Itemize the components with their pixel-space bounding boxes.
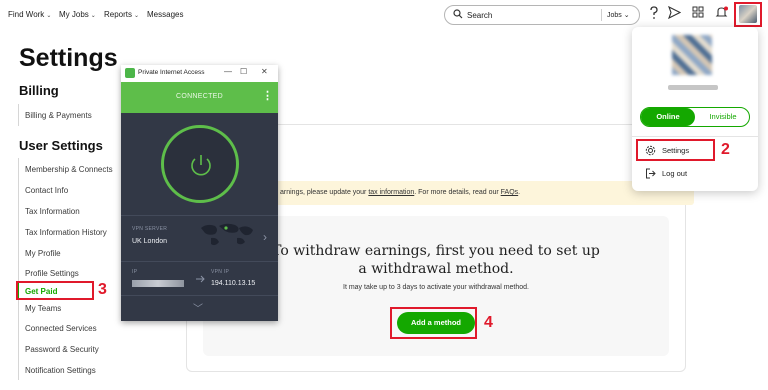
invisible-option[interactable]: Invisible [696, 108, 750, 126]
ip-label: IP [132, 269, 138, 275]
chevron-right-icon[interactable]: › [263, 230, 267, 244]
annotation-number-3: 3 [98, 281, 107, 298]
pia-divider [121, 261, 278, 262]
chevron-down-icon: ⌄ [90, 13, 96, 19]
annotation-box-2 [636, 139, 715, 161]
nav-my-jobs[interactable]: My Jobs ⌄ [59, 10, 96, 19]
pia-window: Private Internet Access — ☐ ✕ CONNECTED … [121, 65, 278, 321]
nav-messages[interactable]: Messages [147, 10, 183, 19]
online-option[interactable]: Online [641, 108, 695, 126]
sidebar-item-profile-settings[interactable]: Profile Settings [25, 269, 79, 278]
nav-label: My Jobs [59, 10, 89, 19]
apps-icon[interactable] [692, 6, 704, 18]
annotation-box-4 [390, 307, 477, 339]
withdrawal-subtext: It may take up to 3 days to activate you… [343, 284, 529, 291]
sidebar-item-my-teams[interactable]: My Teams [25, 304, 61, 313]
minimize-icon[interactable]: — [224, 67, 232, 76]
nav-label: Messages [147, 10, 184, 19]
world-map-icon [201, 223, 253, 246]
sidebar-item-billing-payments[interactable]: Billing & Payments [25, 111, 92, 120]
sidebar-item-tax-information[interactable]: Tax Information [25, 207, 80, 216]
pia-status-text: CONNECTED [175, 93, 224, 100]
search-icon [453, 9, 463, 19]
power-icon [191, 155, 211, 176]
sidebar-item-notification-settings[interactable]: Notification Settings [25, 366, 96, 375]
dropdown-divider [632, 136, 758, 137]
search-scope-select[interactable]: Jobs ⌄ [607, 11, 630, 19]
sidebar-item-connected-services[interactable]: Connected Services [25, 324, 97, 333]
billing-header: Billing [19, 83, 59, 98]
vpn-ip-value: 194.110.13.15 [211, 280, 256, 287]
user-settings-header: User Settings [19, 138, 103, 153]
annotation-number-4: 4 [484, 314, 493, 331]
banner-text-prefix: arnings, please update your [280, 189, 369, 196]
send-icon[interactable] [668, 6, 681, 19]
power-button[interactable] [161, 125, 239, 203]
chevron-down-icon: ⌄ [46, 13, 52, 19]
ip-value-redacted [132, 280, 184, 287]
nav-label: Reports [104, 10, 133, 19]
pia-logo-icon [125, 68, 135, 78]
sidebar-divider [18, 158, 19, 380]
sidebar-item-contact-info[interactable]: Contact Info [25, 186, 68, 195]
banner-text: arnings, please update your tax informat… [280, 189, 520, 196]
profile-photo [672, 35, 712, 75]
banner-text-suffix: . [518, 189, 521, 196]
sidebar-item-password-security[interactable]: Password & Security [25, 345, 99, 354]
help-icon[interactable] [649, 6, 659, 20]
vpn-server-label: VPN SERVER [132, 226, 168, 232]
top-nav: Find Work ⌄ My Jobs ⌄ Reports ⌄ Messages Se… [0, 0, 768, 54]
pia-divider [121, 215, 278, 216]
logout-menu-item[interactable]: Log out [662, 169, 687, 178]
maximize-icon[interactable]: ☐ [240, 67, 247, 76]
page-title: Settings [19, 44, 118, 72]
close-icon[interactable]: ✕ [261, 67, 268, 76]
pia-divider [121, 295, 278, 296]
vpn-server-value: UK London [132, 238, 168, 245]
search-divider [601, 9, 602, 21]
sidebar-item-tax-history[interactable]: Tax Information History [25, 228, 107, 237]
kebab-menu-icon[interactable]: ⋮ [262, 89, 273, 102]
nav-find-work[interactable]: Find Work ⌄ [8, 10, 51, 19]
banner-text-mid: . For more details, read our [414, 189, 501, 196]
sidebar-divider [18, 104, 19, 126]
annotation-box-3 [16, 281, 94, 300]
notifications-icon[interactable] [715, 6, 728, 19]
vpn-ip-label: VPN IP [211, 269, 230, 275]
tunnel-arrow-icon [196, 275, 205, 283]
nav-reports[interactable]: Reports ⌄ [104, 10, 139, 19]
sidebar-item-membership[interactable]: Membership & Connects [25, 165, 113, 174]
pia-window-title: Private Internet Access [138, 69, 205, 76]
search-placeholder: Search [467, 11, 493, 20]
nav-label: Find Work [8, 10, 45, 19]
sidebar-item-my-profile[interactable]: My Profile [25, 249, 61, 258]
user-name-redacted [668, 85, 718, 90]
tax-information-link[interactable]: tax information [368, 189, 414, 196]
withdrawal-heading: To withdraw earnings, first you need to … [272, 243, 600, 277]
annotation-box-1 [734, 2, 762, 27]
chevron-down-icon[interactable]: ﹀ [193, 300, 203, 315]
search-input[interactable]: Search Jobs ⌄ [444, 5, 640, 25]
annotation-number-2: 2 [721, 141, 730, 158]
logout-icon [646, 168, 656, 179]
chevron-down-icon: ⌄ [134, 13, 140, 19]
faqs-link[interactable]: FAQs [501, 189, 519, 196]
